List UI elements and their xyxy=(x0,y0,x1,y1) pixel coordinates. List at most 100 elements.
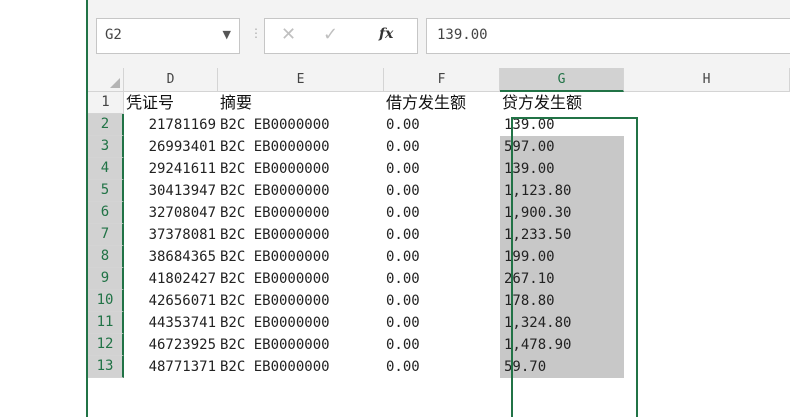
row-header[interactable]: 2 xyxy=(88,114,124,136)
credit-cell[interactable]: 597.00 xyxy=(500,136,624,158)
voucher-cell[interactable]: 44353741 xyxy=(124,312,218,334)
summary-cell[interactable]: B2C EB0000000 xyxy=(218,136,384,158)
cell-h1[interactable] xyxy=(624,92,790,114)
summary-cell[interactable]: B2C EB0000000 xyxy=(218,268,384,290)
voucher-cell[interactable]: 48771371 xyxy=(124,356,218,378)
cell-g1[interactable]: 贷方发生额 xyxy=(500,92,624,114)
debit-cell[interactable]: 0.00 xyxy=(384,114,500,136)
column-header-d[interactable]: D xyxy=(124,68,218,92)
column-header-h[interactable]: H xyxy=(624,68,790,92)
row-header[interactable]: 12 xyxy=(88,334,124,356)
row-header[interactable]: 10 xyxy=(88,290,124,312)
summary-cell[interactable]: B2C EB0000000 xyxy=(218,290,384,312)
empty-cell[interactable] xyxy=(624,136,790,158)
formula-input-value: 139.00 xyxy=(437,27,488,43)
table-row: 44353741 B2C EB0000000 0.00 1,324.80 xyxy=(124,312,790,334)
debit-cell[interactable]: 0.00 xyxy=(384,202,500,224)
select-all-triangle-icon xyxy=(110,78,120,88)
column-header-e[interactable]: E xyxy=(218,68,384,92)
voucher-cell[interactable]: 38684365 xyxy=(124,246,218,268)
summary-cell[interactable]: B2C EB0000000 xyxy=(218,180,384,202)
credit-cell[interactable]: 1,324.80 xyxy=(500,312,624,334)
voucher-cell[interactable]: 21781169 xyxy=(124,114,218,136)
debit-cell[interactable]: 0.00 xyxy=(384,180,500,202)
empty-cell[interactable] xyxy=(624,180,790,202)
debit-cell[interactable]: 0.00 xyxy=(384,224,500,246)
debit-cell[interactable]: 0.00 xyxy=(384,268,500,290)
debit-cell[interactable]: 0.00 xyxy=(384,290,500,312)
voucher-cell[interactable]: 32708047 xyxy=(124,202,218,224)
credit-cell[interactable]: 1,900.30 xyxy=(500,202,624,224)
empty-cell[interactable] xyxy=(624,224,790,246)
voucher-cell[interactable]: 26993401 xyxy=(124,136,218,158)
row-header[interactable]: 7 xyxy=(88,224,124,246)
column-header-g[interactable]: G xyxy=(500,68,624,92)
row-header[interactable]: 5 xyxy=(88,180,124,202)
credit-cell[interactable]: 1,123.80 xyxy=(500,180,624,202)
table-header-row: 凭证号 摘要 借方发生额 贷方发生额 xyxy=(124,92,790,114)
empty-cell[interactable] xyxy=(624,290,790,312)
row-header[interactable]: 3 xyxy=(88,136,124,158)
voucher-cell[interactable]: 42656071 xyxy=(124,290,218,312)
insert-function-icon[interactable]: fx xyxy=(379,26,393,42)
table-row: 26993401 B2C EB0000000 0.00 597.00 xyxy=(124,136,790,158)
credit-cell[interactable]: 1,478.90 xyxy=(500,334,624,356)
formula-input[interactable]: 139.00 xyxy=(426,18,790,54)
credit-cell[interactable]: 267.10 xyxy=(500,268,624,290)
name-box-value: G2 xyxy=(105,27,122,43)
empty-cell[interactable] xyxy=(624,202,790,224)
row-header[interactable]: 9 xyxy=(88,268,124,290)
debit-cell[interactable]: 0.00 xyxy=(384,334,500,356)
credit-cell[interactable]: 59.70 xyxy=(500,356,624,378)
cell-d1[interactable]: 凭证号 xyxy=(124,92,218,114)
enter-icon[interactable]: ✓ xyxy=(323,24,338,45)
summary-cell[interactable]: B2C EB0000000 xyxy=(218,158,384,180)
name-box[interactable]: G2 ▼ xyxy=(96,18,240,54)
debit-cell[interactable]: 0.00 xyxy=(384,356,500,378)
row-header[interactable]: 11 xyxy=(88,312,124,334)
active-credit-cell[interactable]: 139.00 xyxy=(500,114,624,136)
debit-cell[interactable]: 0.00 xyxy=(384,246,500,268)
row-header-1[interactable]: 1 xyxy=(88,92,124,114)
credit-cell[interactable]: 178.80 xyxy=(500,290,624,312)
summary-cell[interactable]: B2C EB0000000 xyxy=(218,224,384,246)
empty-cell[interactable] xyxy=(624,268,790,290)
row-header[interactable]: 6 xyxy=(88,202,124,224)
empty-cell[interactable] xyxy=(624,312,790,334)
credit-cell[interactable]: 199.00 xyxy=(500,246,624,268)
empty-cell[interactable] xyxy=(624,114,790,136)
row-header[interactable]: 4 xyxy=(88,158,124,180)
voucher-cell[interactable]: 29241611 xyxy=(124,158,218,180)
summary-cell[interactable]: B2C EB0000000 xyxy=(218,312,384,334)
worksheet-grid: D E F G H 1 凭证号 摘要 借方发生额 贷方发生额 2 2178116… xyxy=(88,68,790,417)
summary-cell[interactable]: B2C EB0000000 xyxy=(218,246,384,268)
debit-cell[interactable]: 0.00 xyxy=(384,312,500,334)
empty-cell[interactable] xyxy=(624,158,790,180)
select-all-corner[interactable] xyxy=(88,68,124,92)
empty-cell[interactable] xyxy=(624,334,790,356)
cancel-icon[interactable]: ✕ xyxy=(281,24,296,45)
voucher-cell[interactable]: 30413947 xyxy=(124,180,218,202)
voucher-cell[interactable]: 41802427 xyxy=(124,268,218,290)
empty-cell[interactable] xyxy=(624,246,790,268)
formula-bar-buttons: ✕ ✓ fx xyxy=(264,18,418,54)
left-margin xyxy=(0,0,86,417)
row-header[interactable]: 13 xyxy=(88,356,124,378)
cell-f1[interactable]: 借方发生额 xyxy=(384,92,500,114)
credit-cell[interactable]: 1,233.50 xyxy=(500,224,624,246)
summary-cell[interactable]: B2C EB0000000 xyxy=(218,356,384,378)
debit-cell[interactable]: 0.00 xyxy=(384,158,500,180)
chevron-down-icon[interactable]: ▼ xyxy=(223,28,231,41)
row-header[interactable]: 8 xyxy=(88,246,124,268)
summary-cell[interactable]: B2C EB0000000 xyxy=(218,114,384,136)
cell-e1[interactable]: 摘要 xyxy=(218,92,384,114)
voucher-cell[interactable]: 37378081 xyxy=(124,224,218,246)
debit-cell[interactable]: 0.00 xyxy=(384,136,500,158)
credit-cell[interactable]: 139.00 xyxy=(500,158,624,180)
summary-cell[interactable]: B2C EB0000000 xyxy=(218,334,384,356)
voucher-cell[interactable]: 46723925 xyxy=(124,334,218,356)
summary-cell[interactable]: B2C EB0000000 xyxy=(218,202,384,224)
column-header-f[interactable]: F xyxy=(384,68,500,92)
empty-cell[interactable] xyxy=(624,356,790,378)
formula-bar-separator-icon[interactable]: ⋮ xyxy=(250,26,262,40)
